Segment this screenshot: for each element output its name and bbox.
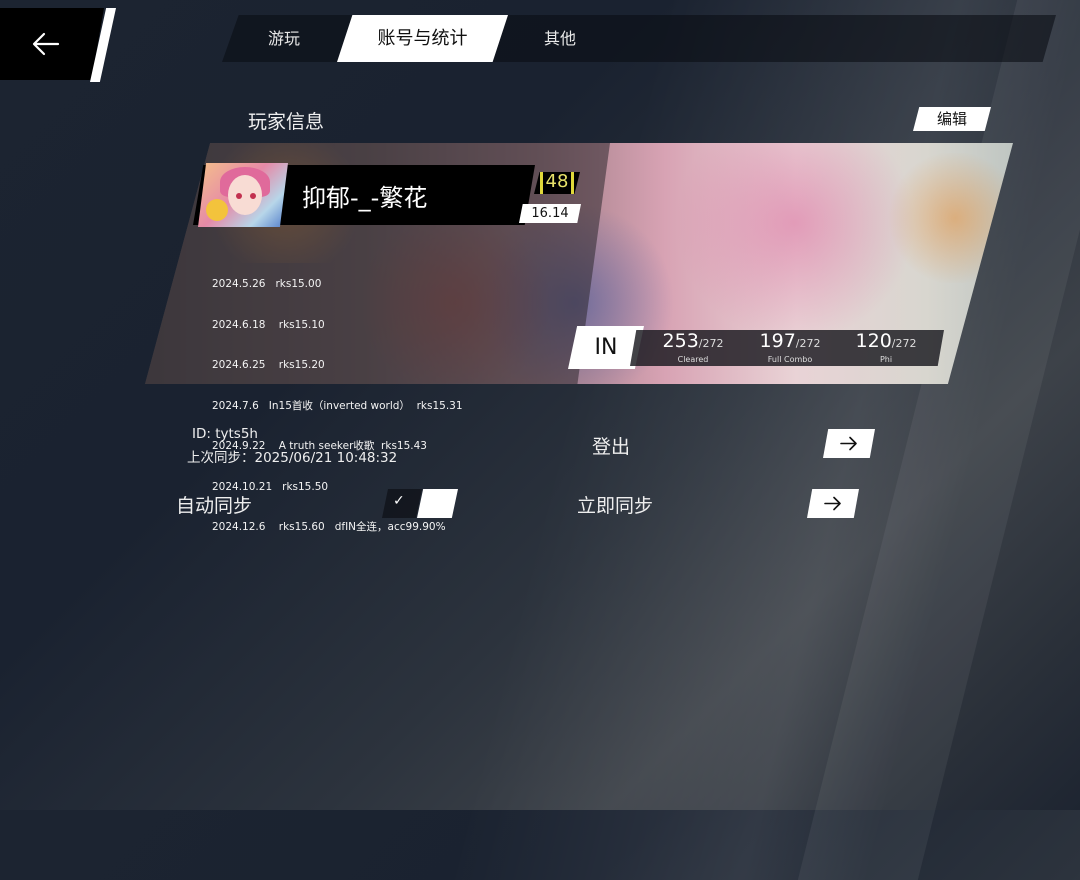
history-line: 2024.6.18 rks15.10 bbox=[212, 318, 325, 331]
avatar-eye bbox=[250, 193, 256, 199]
tab-other[interactable]: 其他 bbox=[512, 15, 608, 62]
logout-button[interactable] bbox=[823, 429, 875, 458]
history-line: 2024.12.6 rks15.60 dfIN全连，acc99.90% bbox=[212, 521, 446, 533]
back-arrow-icon bbox=[32, 32, 60, 56]
avatar-flower bbox=[206, 199, 228, 221]
sync-now-button[interactable] bbox=[807, 489, 859, 518]
player-name: 抑郁-_-繁花 bbox=[302, 184, 428, 212]
player-rks: 16.14 bbox=[519, 204, 581, 223]
avatar-face bbox=[228, 175, 262, 215]
last-sync-time: 上次同步：2025/06/21 10:48:32 bbox=[187, 450, 398, 466]
account-id: ID: tyts5h bbox=[192, 426, 258, 442]
auto-sync-toggle[interactable] bbox=[417, 489, 458, 518]
history-line: 2024.7.6 In15首收（inverted world） rks15.31 bbox=[212, 399, 463, 412]
stat-value: 253 bbox=[662, 330, 699, 352]
player-level: 48 bbox=[545, 171, 569, 192]
tab-play[interactable]: 游玩 bbox=[236, 15, 332, 62]
edit-button[interactable]: 编辑 bbox=[913, 107, 991, 131]
stat-total: /272 bbox=[795, 337, 821, 350]
stat-full-combo: 197/272 Full Combo bbox=[740, 330, 840, 365]
avatar[interactable] bbox=[198, 163, 288, 227]
stat-value: 120 bbox=[855, 330, 892, 352]
back-button[interactable] bbox=[0, 8, 118, 82]
stat-cleared: 253/272 Cleared bbox=[643, 330, 743, 365]
history-line: 2024.5.26 rks15.00 bbox=[212, 278, 322, 290]
tab-account-stats[interactable]: 账号与统计 bbox=[337, 15, 508, 62]
sync-now-label: 立即同步 bbox=[577, 495, 654, 517]
stat-label: Full Combo bbox=[767, 355, 813, 364]
history-line: 2024.6.25 rks15.20 bbox=[212, 359, 325, 371]
arrow-right-icon bbox=[824, 496, 841, 511]
arrow-right-icon bbox=[840, 436, 857, 451]
section-title: 玩家信息 bbox=[248, 111, 325, 133]
stat-label: Phi bbox=[879, 355, 893, 364]
avatar-eye bbox=[236, 193, 242, 199]
auto-sync-label: 自动同步 bbox=[176, 495, 253, 517]
stat-phi: 120/272 Phi bbox=[836, 330, 936, 365]
stat-total: /272 bbox=[698, 337, 724, 350]
stat-value: 197 bbox=[759, 330, 796, 352]
stat-total: /272 bbox=[891, 337, 917, 350]
logout-label: 登出 bbox=[592, 436, 631, 458]
stat-label: Cleared bbox=[677, 355, 709, 364]
check-icon: ✓ bbox=[393, 493, 405, 509]
